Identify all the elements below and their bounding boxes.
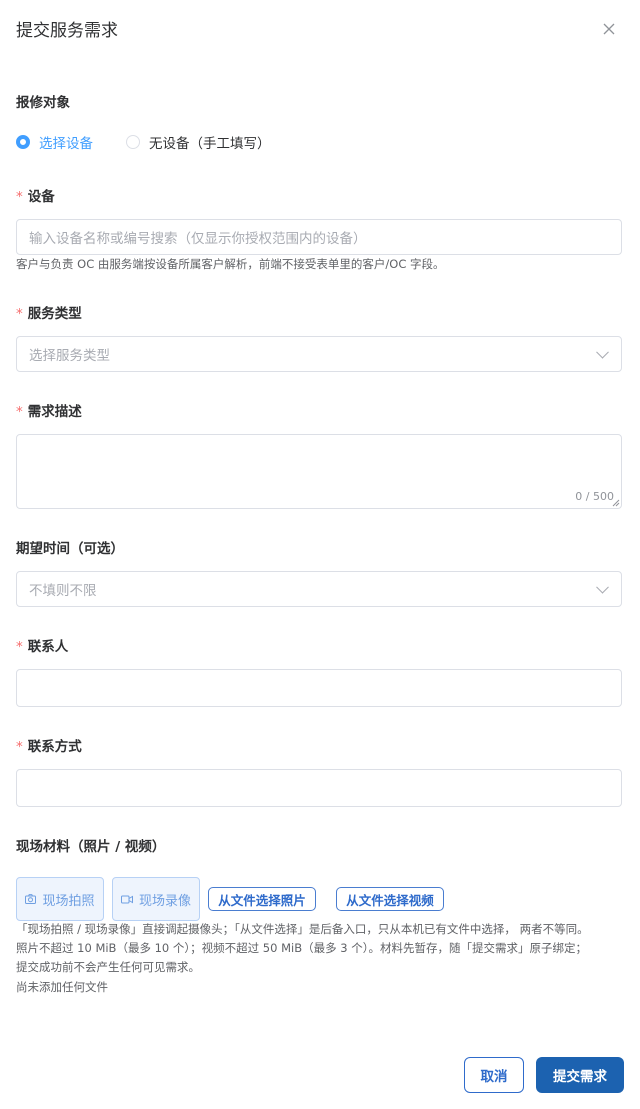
contact-method-label: * 联系方式	[16, 735, 82, 755]
description-label-text: 需求描述	[27, 404, 82, 420]
device-hint: 客户与负责 OC 由服务端按设备所属客户解析，前端不接受表单里的客户/OC 字段…	[16, 257, 445, 271]
close-icon[interactable]	[602, 22, 616, 36]
required-mark: *	[16, 404, 23, 420]
materials-empty-text: 尚未添加任何文件	[16, 980, 108, 994]
required-mark: *	[16, 189, 23, 205]
take-photo-label: 现场拍照	[42, 893, 95, 909]
record-video-label: 现场录像	[138, 893, 191, 909]
device-search-input[interactable]: 输入设备名称或编号搜索（仅显示你授权范围内的设备）	[16, 219, 622, 255]
service-type-label-text: 服务类型	[27, 306, 82, 322]
materials-hint-line2: 照片不超过 10 MiB（最多 10 个）；视频不超过 50 MiB（最多 3 …	[16, 941, 587, 955]
dialog-title: 提交服务需求	[16, 21, 118, 41]
contact-input[interactable]	[16, 669, 622, 707]
chevron-down-icon	[596, 580, 609, 594]
service-type-label: * 服务类型	[16, 302, 82, 322]
materials-hint-line3: 提交成功前不会产生任何可见需求。	[16, 960, 200, 974]
contact-label-text: 联系人	[27, 639, 69, 655]
materials-label: 现场材料（照片 / 视频）	[16, 839, 166, 855]
take-photo-button[interactable]: 现场拍照	[16, 877, 104, 921]
expected-time-select[interactable]: 不填则不限	[16, 571, 622, 607]
camera-icon	[25, 894, 37, 904]
repair-target-label: 报修对象	[16, 95, 70, 111]
contact-method-input[interactable]	[16, 769, 622, 807]
description-label: * 需求描述	[16, 400, 82, 420]
radio-select-device[interactable]: 选择设备	[16, 132, 93, 152]
contact-label: * 联系人	[16, 635, 68, 655]
choose-photo-button[interactable]: 从文件选择照片	[208, 887, 316, 911]
required-mark: *	[16, 306, 23, 322]
device-search-placeholder: 输入设备名称或编号搜索（仅显示你授权范围内的设备）	[29, 231, 367, 247]
expected-time-placeholder: 不填则不限	[29, 583, 97, 599]
description-textarea[interactable]	[16, 434, 622, 509]
service-type-select[interactable]: 选择服务类型	[16, 336, 622, 372]
radio-label: 选择设备	[39, 136, 93, 152]
resize-handle-icon[interactable]	[612, 499, 620, 507]
choose-video-button[interactable]: 从文件选择视频	[336, 887, 444, 911]
service-type-placeholder: 选择服务类型	[29, 348, 110, 364]
video-camera-icon	[120, 895, 133, 903]
radio-no-device[interactable]: 无设备（手工填写）	[126, 132, 271, 152]
submit-button[interactable]: 提交需求	[536, 1057, 624, 1093]
required-mark: *	[16, 639, 23, 655]
radio-checked-icon	[16, 135, 30, 149]
radio-label: 无设备（手工填写）	[149, 136, 271, 152]
chevron-down-icon	[596, 345, 609, 359]
record-video-button[interactable]: 现场录像	[112, 877, 200, 921]
contact-method-label-text: 联系方式	[27, 739, 82, 755]
description-counter: 0 / 500	[575, 490, 614, 503]
radio-unchecked-icon	[126, 135, 140, 149]
materials-hint-line1: 「现场拍照 / 现场录像」直接调起摄像头；「从文件选择」是后备入口，只从本机已有…	[16, 922, 589, 936]
required-mark: *	[16, 739, 23, 755]
device-label: * 设备	[16, 185, 55, 205]
expected-time-label: 期望时间（可选）	[16, 541, 124, 557]
device-label-text: 设备	[27, 189, 55, 205]
cancel-button[interactable]: 取消	[464, 1057, 524, 1093]
